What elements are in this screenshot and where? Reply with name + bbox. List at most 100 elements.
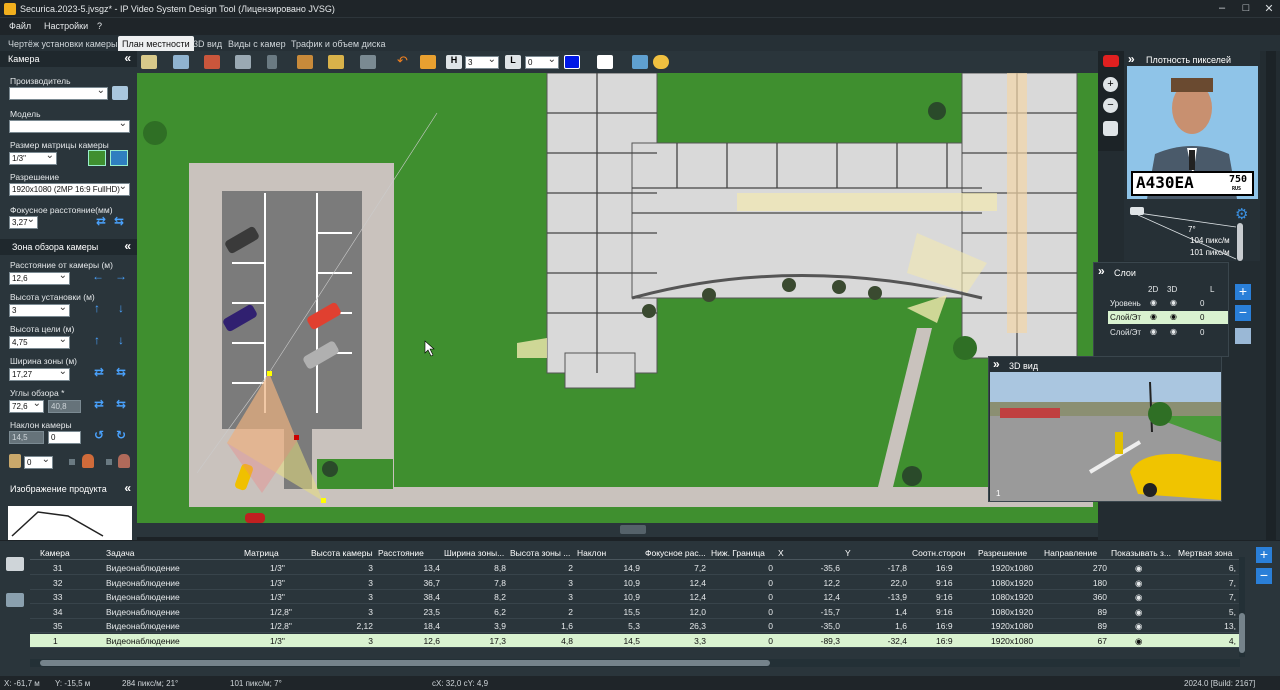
menu-help[interactable]: ? bbox=[97, 21, 102, 31]
width-select[interactable]: 17,27 bbox=[9, 368, 70, 381]
eye-icon[interactable]: ◉ bbox=[1135, 621, 1142, 632]
width-decrease-icon[interactable]: ⇄ bbox=[94, 365, 104, 379]
person-tool-icon[interactable] bbox=[267, 55, 277, 69]
eye-icon[interactable]: ◉ bbox=[1150, 312, 1157, 321]
bench-tool-icon[interactable] bbox=[297, 55, 313, 69]
arrow-right-icon[interactable]: → bbox=[115, 269, 127, 283]
person-identify-icon[interactable] bbox=[82, 454, 94, 468]
distance-select[interactable]: 12,6 bbox=[9, 272, 70, 285]
collapse-icon[interactable]: « bbox=[124, 239, 131, 253]
eye-icon[interactable]: ◉ bbox=[1170, 298, 1177, 307]
youtube-icon[interactable] bbox=[1103, 55, 1119, 67]
column-header[interactable]: Фокусное рас... bbox=[645, 548, 706, 558]
select-tool-icon[interactable] bbox=[141, 55, 157, 69]
tab-camera-views[interactable]: Виды с камер bbox=[224, 36, 290, 51]
column-header[interactable]: X bbox=[778, 548, 784, 558]
table-row[interactable]: 34 Видеонаблюдение 1/2,8" 3 23,5 6,2 2 15,5 12,0… bbox=[30, 605, 1240, 619]
collapse-icon[interactable]: « bbox=[124, 481, 131, 495]
scroll-thumb[interactable] bbox=[620, 525, 646, 534]
table-horizontal-scrollbar[interactable] bbox=[30, 659, 1240, 667]
height-select[interactable]: 3 bbox=[9, 304, 70, 317]
resolution-select[interactable]: 1920x1080 (2MP 16:9 FullHD) bbox=[9, 183, 130, 196]
table-vertical-scrollbar[interactable] bbox=[1239, 557, 1245, 657]
column-header[interactable]: Разрешение bbox=[978, 548, 1027, 558]
site-plan-canvas[interactable] bbox=[137, 73, 1098, 523]
eye-icon[interactable]: ◉ bbox=[1150, 298, 1157, 307]
table-row[interactable]: 1 Видеонаблюдение 1/3" 3 12,6 17,3 4,8 14,5 3,3 0… bbox=[30, 634, 1240, 648]
angle-h-select[interactable]: 72,6 bbox=[9, 400, 44, 413]
column-header[interactable]: Расстояние bbox=[378, 548, 424, 558]
layer-row[interactable]: Уровень ◉ ◉ 0 bbox=[1094, 297, 1230, 310]
arrow-up-icon[interactable]: ↑ bbox=[94, 301, 100, 315]
layer-row-selected[interactable]: Слой/Эт ◉ ◉ 0 bbox=[1108, 311, 1228, 324]
car-tool-icon[interactable] bbox=[328, 55, 344, 69]
column-header[interactable]: Соотн.сторон bbox=[912, 548, 965, 558]
maximize-icon[interactable]: □ bbox=[1238, 2, 1254, 16]
undo-icon[interactable]: ↶ bbox=[397, 53, 413, 68]
column-header[interactable]: Матрица bbox=[244, 548, 279, 558]
table-row[interactable]: 31 Видеонаблюдение 1/3" 3 13,4 8,8 2 14,9 7,2 0 -3… bbox=[30, 561, 1240, 575]
focal-select[interactable]: 3,27 bbox=[9, 216, 38, 229]
eye-icon[interactable]: ◉ bbox=[1135, 578, 1142, 589]
column-header[interactable]: Высота камеры bbox=[311, 548, 373, 558]
map-horizontal-scrollbar[interactable] bbox=[137, 523, 1098, 537]
eye-icon[interactable]: ◉ bbox=[1170, 312, 1177, 321]
h-select[interactable]: 3 bbox=[465, 56, 499, 69]
focal-decrease-icon[interactable]: ⇄ bbox=[96, 214, 106, 228]
collapse-icon[interactable]: « bbox=[124, 51, 131, 65]
person-recognize-icon[interactable] bbox=[118, 454, 130, 468]
table-vscroll-thumb[interactable] bbox=[1239, 613, 1245, 653]
column-header[interactable]: Высота зоны ... bbox=[510, 548, 570, 558]
eye-icon[interactable]: ◉ bbox=[1150, 327, 1157, 336]
person-icon[interactable] bbox=[9, 454, 21, 468]
add-layer-icon[interactable]: + bbox=[1235, 284, 1251, 300]
l-select[interactable]: 0 bbox=[525, 56, 559, 69]
tilt-field-b[interactable]: 0 bbox=[48, 431, 81, 444]
table-row[interactable]: 32 Видеонаблюдение 1/3" 3 36,7 7,8 3 10,9 12,4 0 1… bbox=[30, 576, 1240, 590]
arrow-down-icon[interactable]: ↓ bbox=[118, 301, 124, 315]
cloud-icon[interactable] bbox=[632, 55, 648, 69]
angle-decrease-icon[interactable]: ⇄ bbox=[94, 397, 104, 411]
column-header[interactable]: Мертвая зона bbox=[1178, 548, 1232, 558]
column-header[interactable]: Камера bbox=[40, 548, 70, 558]
view3d-render[interactable]: 1 bbox=[990, 372, 1221, 501]
menu-settings[interactable]: Настройки bbox=[44, 21, 88, 31]
pen-tool-icon[interactable] bbox=[360, 55, 376, 69]
column-header[interactable]: Ниж. Граница bbox=[711, 548, 765, 558]
layer-options-icon[interactable] bbox=[1235, 328, 1251, 344]
small-square-icon[interactable] bbox=[69, 459, 75, 465]
right-vertical-scrollbar[interactable] bbox=[1266, 51, 1276, 540]
arrow-left-icon[interactable]: ← bbox=[92, 269, 104, 283]
landscape-icon[interactable] bbox=[88, 150, 106, 166]
rotate-cw-icon[interactable]: ↻ bbox=[116, 428, 126, 442]
zoom-in-icon[interactable]: + bbox=[1103, 77, 1118, 92]
arrow-up-icon[interactable]: ↑ bbox=[94, 333, 100, 347]
tab-camera-installation[interactable]: Чертёж установки камеры bbox=[4, 36, 121, 51]
eye-icon[interactable]: ◉ bbox=[1170, 327, 1177, 336]
remove-layer-icon[interactable]: − bbox=[1235, 305, 1251, 321]
minimize-icon[interactable]: – bbox=[1214, 2, 1230, 16]
fill-picker-icon[interactable] bbox=[597, 55, 613, 69]
eye-icon[interactable]: ◉ bbox=[1135, 592, 1142, 603]
portrait-icon[interactable] bbox=[110, 150, 128, 166]
column-header[interactable]: Направление bbox=[1044, 548, 1097, 558]
rotate-ccw-icon[interactable]: ↺ bbox=[94, 428, 104, 442]
target-select[interactable]: 4,75 bbox=[9, 336, 70, 349]
arrow-down-icon[interactable]: ↓ bbox=[118, 333, 124, 347]
light-icon[interactable] bbox=[653, 55, 669, 69]
layer-row[interactable]: Слой/Эт ◉ ◉ 0 bbox=[1094, 326, 1230, 339]
tab-3d-view[interactable]: 3D вид bbox=[189, 36, 226, 51]
menu-file[interactable]: Файл bbox=[9, 21, 31, 31]
search-camera-icon[interactable] bbox=[112, 86, 128, 100]
eye-icon[interactable]: ◉ bbox=[1135, 607, 1142, 618]
column-header[interactable]: Y bbox=[845, 548, 851, 558]
remove-camera-icon[interactable]: − bbox=[1256, 568, 1272, 584]
close-icon[interactable]: ✕ bbox=[1261, 2, 1277, 16]
collapse-icon[interactable]: » bbox=[1098, 264, 1105, 278]
table-row[interactable]: 33 Видеонаблюдение 1/3" 3 38,4 8,2 3 10,9 12,4 0 1… bbox=[30, 590, 1240, 605]
add-camera-icon[interactable]: + bbox=[1256, 547, 1272, 563]
eye-icon[interactable]: ◉ bbox=[1135, 636, 1142, 647]
column-header[interactable]: Ширина зоны... bbox=[444, 548, 504, 558]
eye-icon[interactable]: ◉ bbox=[1135, 563, 1142, 574]
angle-increase-icon[interactable]: ⇆ bbox=[116, 397, 126, 411]
